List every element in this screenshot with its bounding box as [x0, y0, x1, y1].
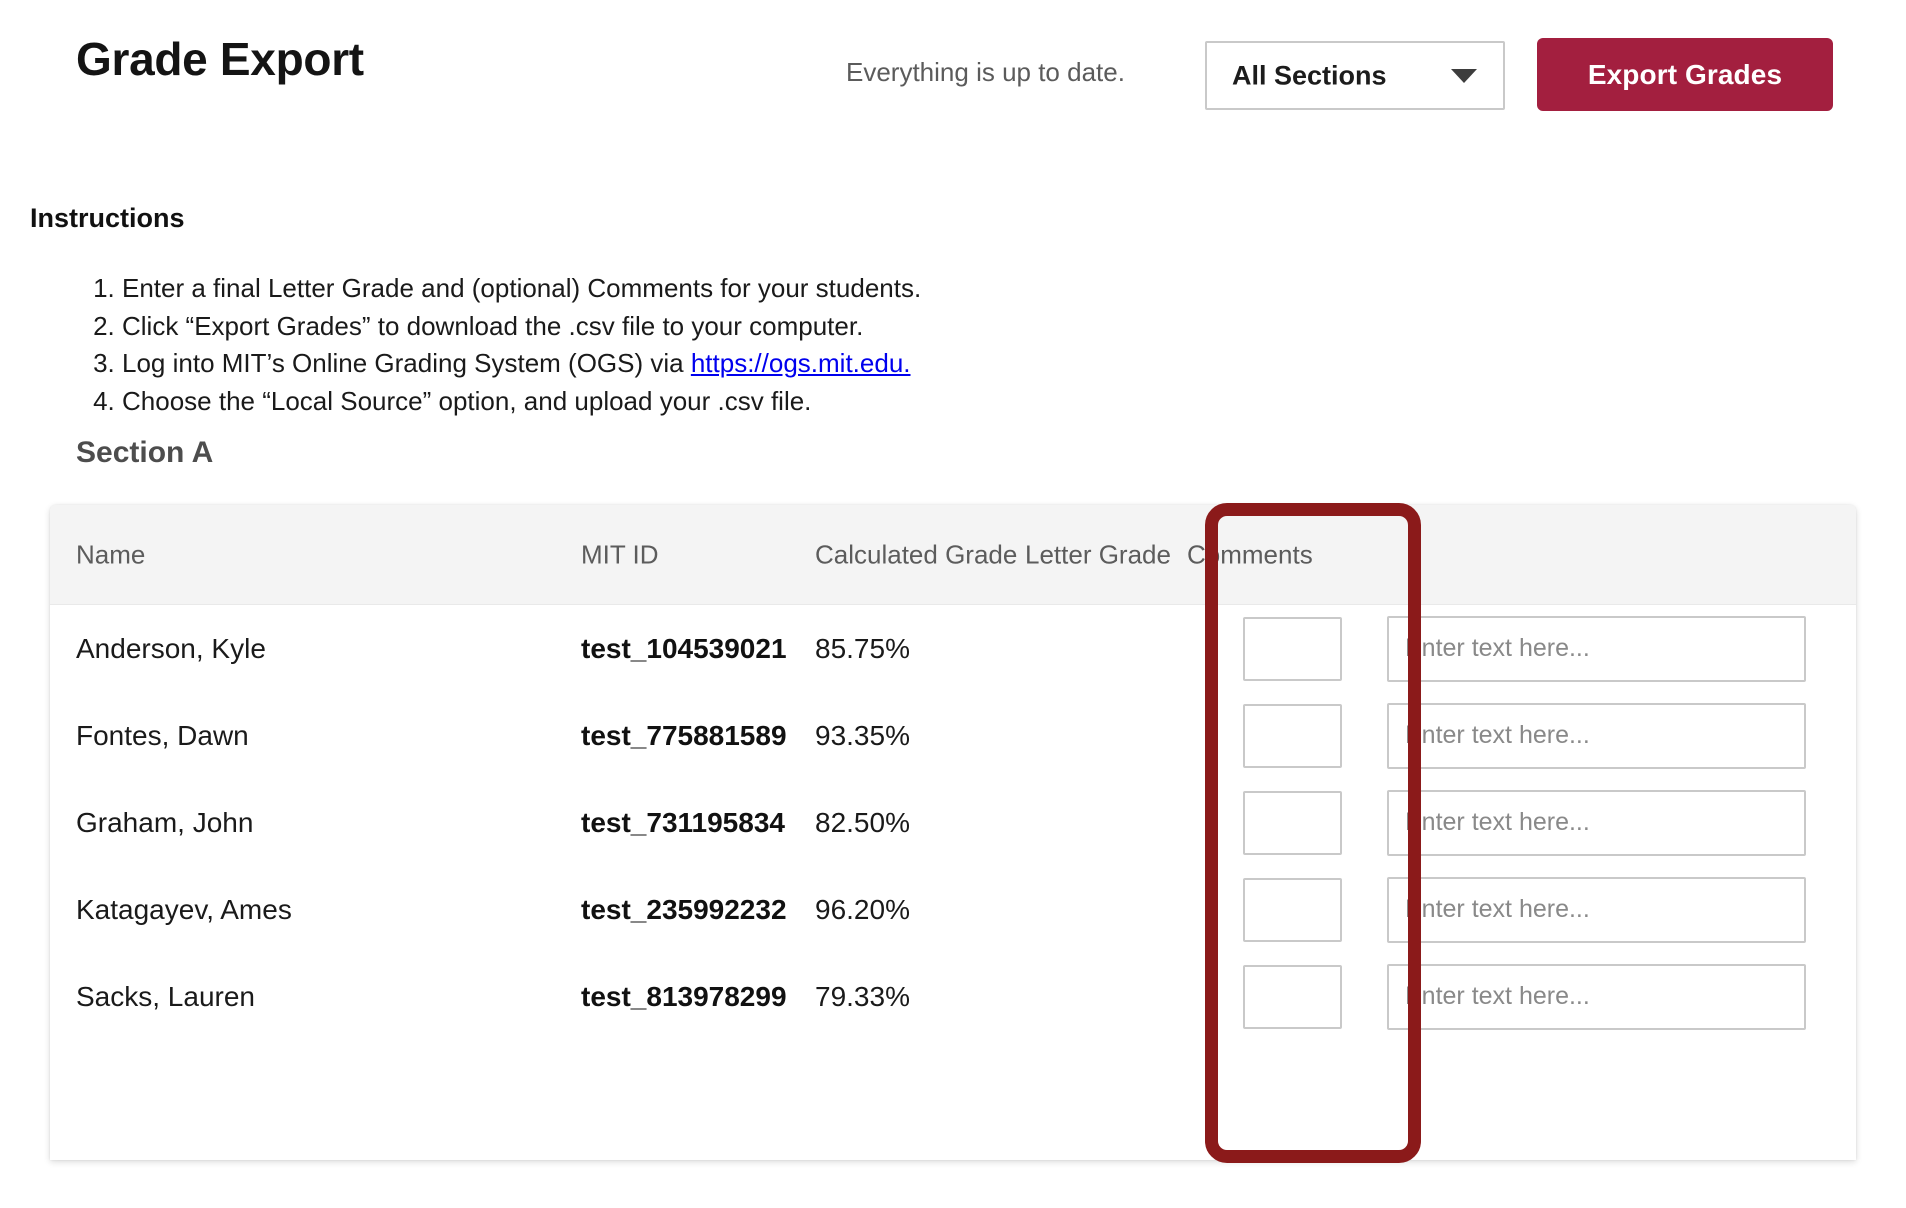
table-row: Fontes, Dawn test_775881589 93.35%	[50, 692, 1856, 779]
calculated-grade: 79.33%	[815, 981, 910, 1013]
section-heading: Section A	[76, 436, 213, 470]
section-filter-value: All Sections	[1232, 60, 1387, 91]
table-row: Graham, John test_731195834 82.50%	[50, 779, 1856, 866]
table-row: Anderson, Kyle test_104539021 85.75%	[50, 605, 1856, 692]
calculated-grade: 82.50%	[815, 807, 910, 839]
grade-export-page: Grade Export Everything is up to date. A…	[0, 0, 1906, 1208]
student-name: Graham, John	[76, 807, 253, 839]
instruction-item: Enter a final Letter Grade and (optional…	[122, 273, 921, 304]
table-header-row: Name MIT ID Calculated Grade Letter Grad…	[50, 505, 1856, 605]
student-mit-id: test_731195834	[581, 807, 785, 839]
column-header-letter-grade: Letter Grade	[1025, 540, 1171, 571]
letter-grade-input[interactable]	[1243, 878, 1342, 942]
instruction-text: Log into MIT’s Online Grading System (OG…	[122, 348, 691, 378]
comments-input[interactable]	[1387, 616, 1806, 682]
comments-input[interactable]	[1387, 703, 1806, 769]
ogs-link[interactable]: https://ogs.mit.edu.	[691, 348, 911, 378]
calculated-grade: 96.20%	[815, 894, 910, 926]
instruction-item: Log into MIT’s Online Grading System (OG…	[122, 348, 921, 379]
student-name: Fontes, Dawn	[76, 720, 249, 752]
column-header-mit-id: MIT ID	[581, 540, 659, 571]
student-mit-id: test_235992232	[581, 894, 787, 926]
grades-table: Name MIT ID Calculated Grade Letter Grad…	[50, 505, 1856, 1160]
letter-grade-input[interactable]	[1243, 704, 1342, 768]
letter-grade-input[interactable]	[1243, 791, 1342, 855]
comments-input[interactable]	[1387, 877, 1806, 943]
student-mit-id: test_104539021	[581, 633, 787, 665]
instruction-item: Click “Export Grades” to download the .c…	[122, 311, 921, 342]
table-row: Sacks, Lauren test_813978299 79.33%	[50, 953, 1856, 1040]
column-header-comments: Comments	[1187, 540, 1313, 571]
student-mit-id: test_813978299	[581, 981, 787, 1013]
letter-grade-input[interactable]	[1243, 617, 1342, 681]
comments-input[interactable]	[1387, 790, 1806, 856]
student-name: Katagayev, Ames	[76, 894, 292, 926]
student-mit-id: test_775881589	[581, 720, 787, 752]
section-filter-dropdown[interactable]: All Sections	[1205, 41, 1505, 110]
comments-input[interactable]	[1387, 964, 1806, 1030]
chevron-down-icon	[1451, 69, 1477, 83]
table-row: Katagayev, Ames test_235992232 96.20%	[50, 866, 1856, 953]
page-header: Grade Export Everything is up to date. A…	[0, 0, 1906, 140]
column-header-name: Name	[76, 540, 145, 571]
instructions-heading: Instructions	[30, 203, 185, 234]
letter-grade-input[interactable]	[1243, 965, 1342, 1029]
export-grades-button[interactable]: Export Grades	[1537, 38, 1833, 111]
page-title: Grade Export	[76, 32, 364, 86]
student-name: Sacks, Lauren	[76, 981, 255, 1013]
instruction-item: Choose the “Local Source” option, and up…	[122, 386, 921, 417]
calculated-grade: 93.35%	[815, 720, 910, 752]
instructions-list: Enter a final Letter Grade and (optional…	[84, 273, 921, 424]
calculated-grade: 85.75%	[815, 633, 910, 665]
student-name: Anderson, Kyle	[76, 633, 266, 665]
column-header-calculated-grade: Calculated Grade	[815, 540, 1017, 571]
sync-status-text: Everything is up to date.	[846, 57, 1125, 88]
